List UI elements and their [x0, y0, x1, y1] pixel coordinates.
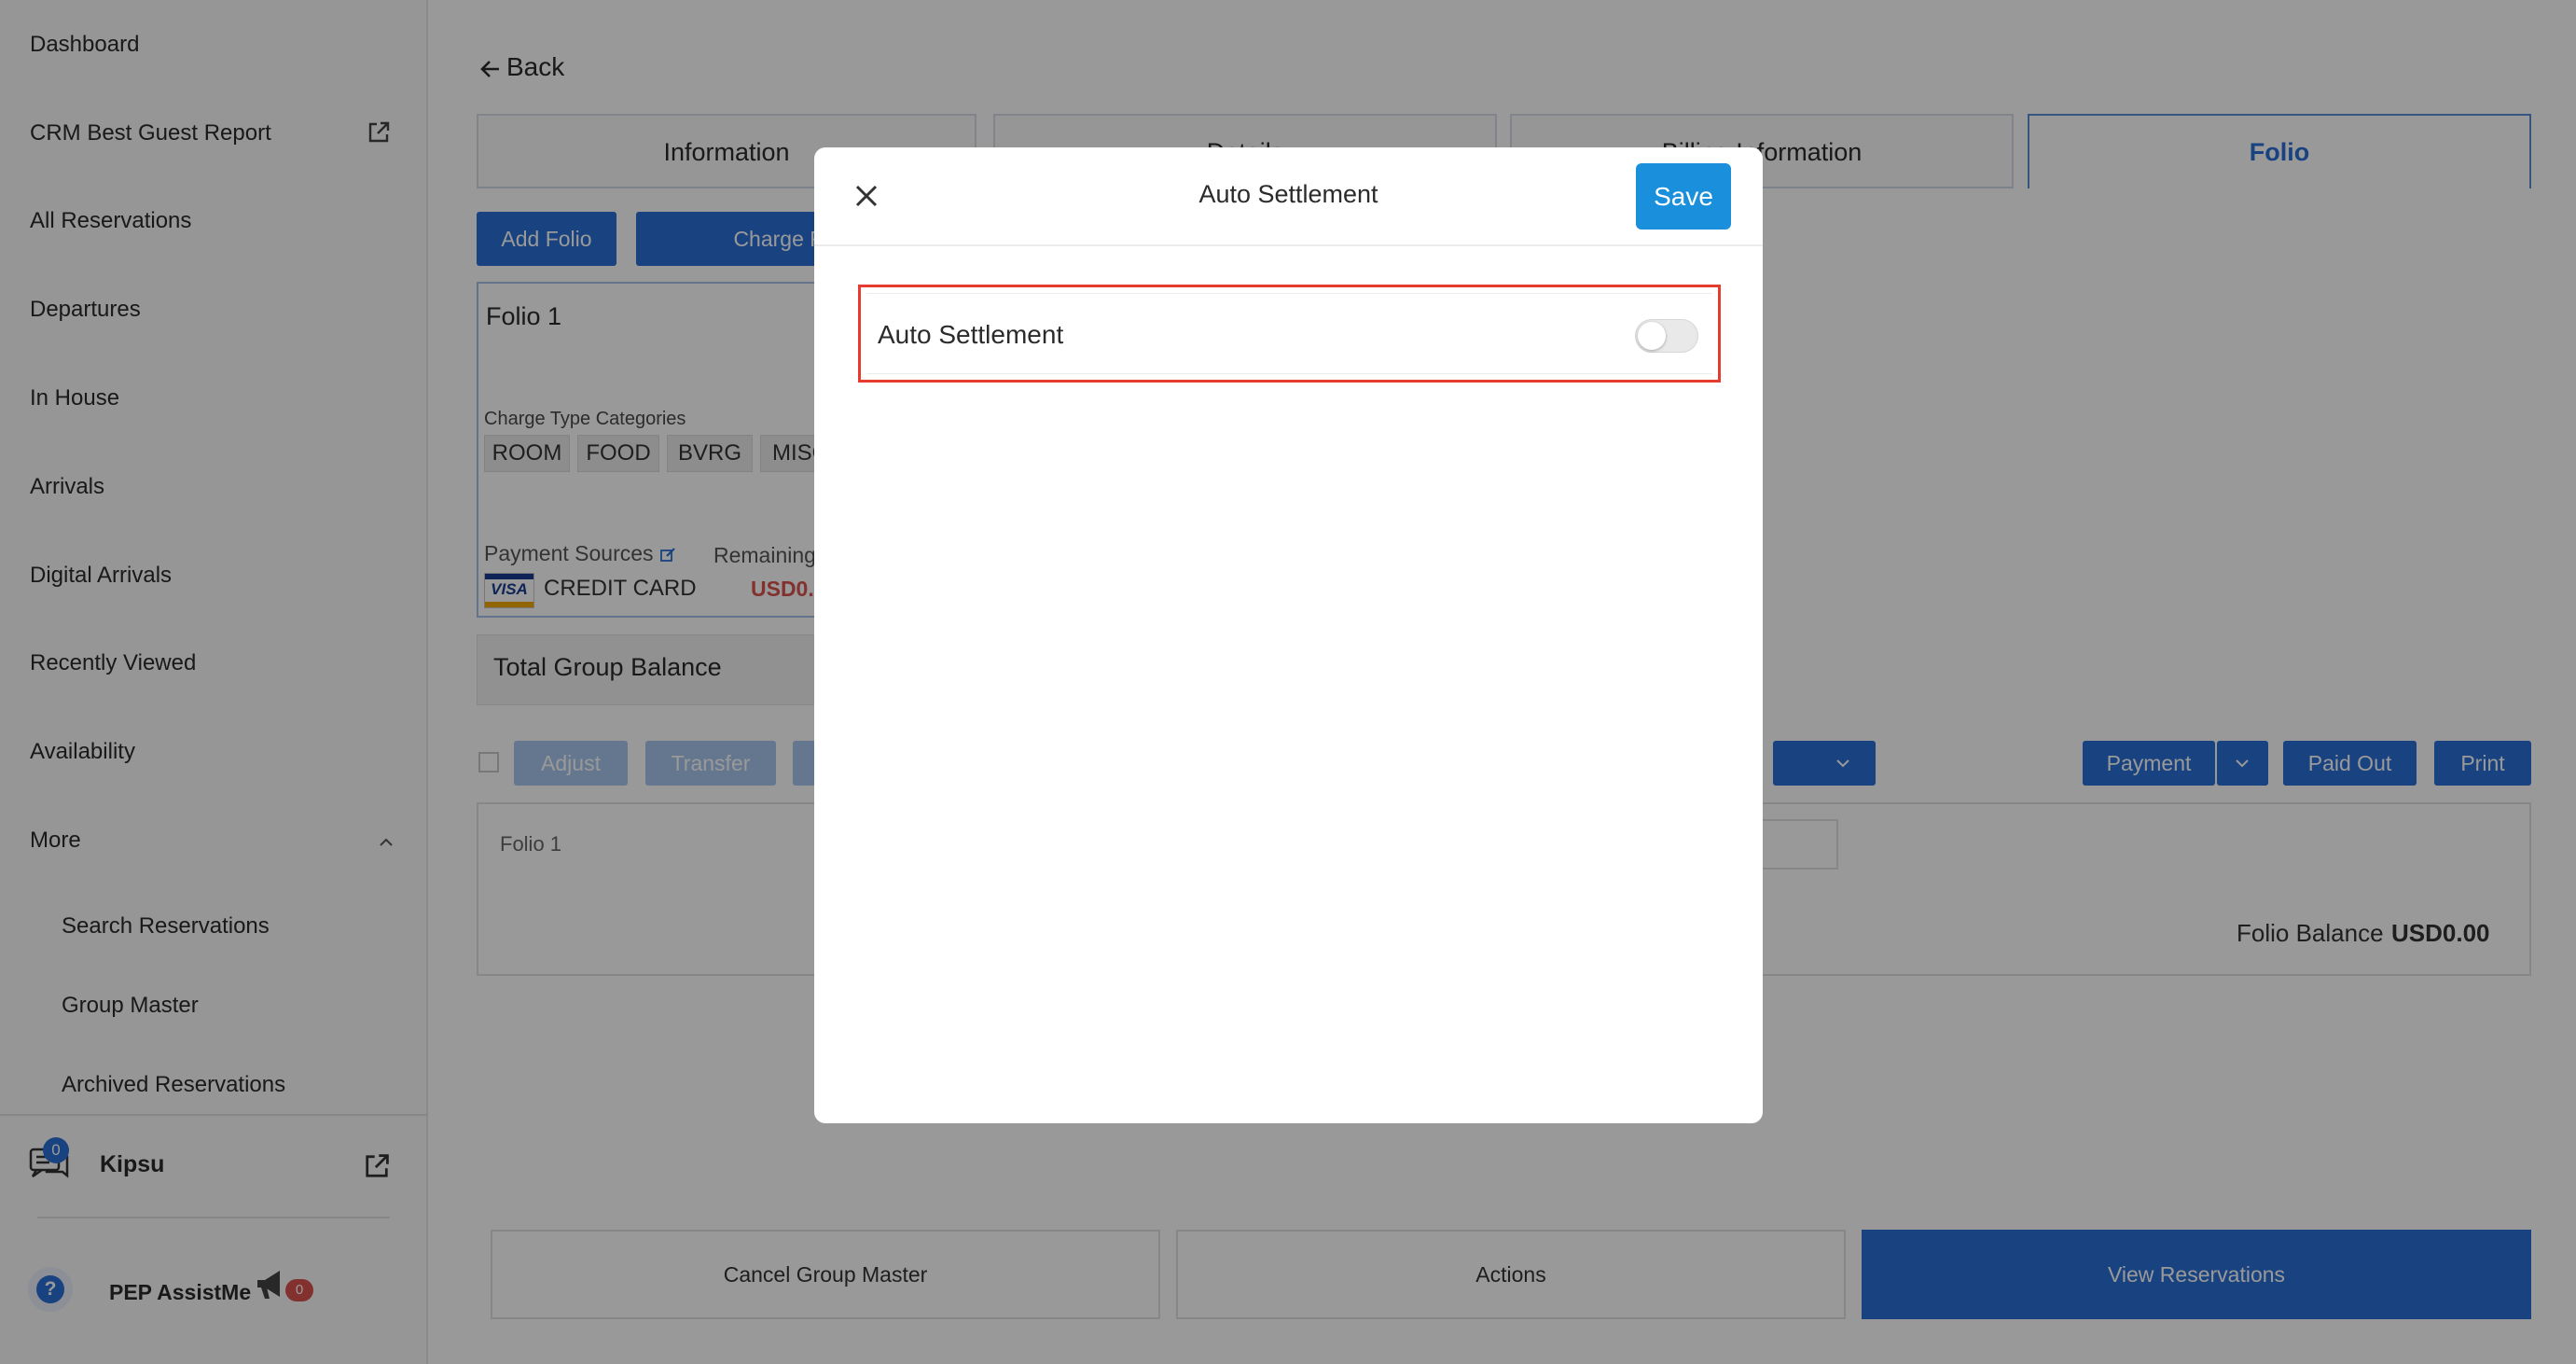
save-button[interactable]: Save	[1636, 163, 1731, 230]
modal-title: Auto Settlement	[1198, 180, 1378, 208]
auto-settlement-label: Auto Settlement	[878, 320, 1064, 349]
modal-header: Auto Settlement Save	[814, 147, 1763, 246]
auto-settlement-modal: Auto Settlement Save Auto Settlement	[814, 147, 1763, 1123]
toggle-knob	[1638, 322, 1666, 350]
auto-settlement-toggle[interactable]	[1635, 319, 1698, 353]
